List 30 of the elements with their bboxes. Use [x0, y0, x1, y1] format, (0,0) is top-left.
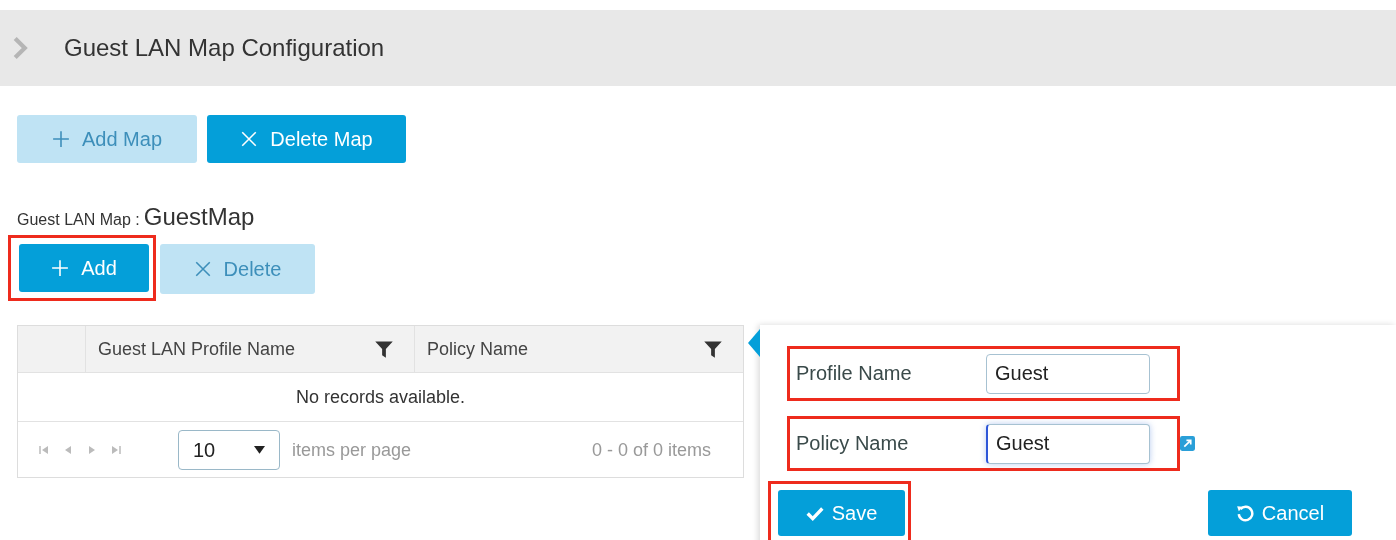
page-size-dropdown[interactable]: 10: [178, 430, 280, 470]
field-label: Policy Name: [796, 432, 910, 455]
external-link-icon[interactable]: [1180, 436, 1195, 451]
text-field[interactable]: Guest: [986, 423, 1150, 464]
close-icon: [240, 130, 259, 148]
text-field[interactable]: Guest: [986, 353, 1150, 394]
column-header[interactable]: Guest LAN Profile Name: [86, 326, 415, 372]
item-count: 0 - 0 of 0 items: [591, 439, 711, 461]
page-title: Guest LAN Map Configuration: [64, 34, 385, 62]
add-button[interactable]: Add: [19, 244, 149, 292]
map-name: GuestMap: [143, 203, 255, 231]
filter-icon[interactable]: [703, 339, 723, 359]
cancel-button[interactable]: Cancel: [1208, 490, 1352, 536]
page-size-label: items per page: [292, 439, 412, 461]
column-header[interactable]: Policy Name: [415, 326, 743, 372]
filter-icon[interactable]: [374, 339, 394, 359]
empty-message: No records available.: [295, 386, 466, 408]
undo-icon: [1235, 504, 1254, 522]
first-page-icon[interactable]: [38, 444, 50, 456]
plus-icon: [51, 130, 70, 148]
save-button[interactable]: Save: [778, 490, 905, 536]
delete-button[interactable]: Delete Map: [207, 115, 406, 163]
map-label: Guest LAN Map :: [17, 211, 140, 229]
field-label: Profile Name: [796, 362, 913, 385]
plus-icon: [51, 259, 70, 277]
last-page-icon[interactable]: [110, 444, 122, 456]
caret-icon: [254, 445, 265, 455]
chevron-icon[interactable]: [12, 36, 28, 60]
close-icon: [193, 260, 212, 278]
pointer-icon: [748, 329, 760, 357]
